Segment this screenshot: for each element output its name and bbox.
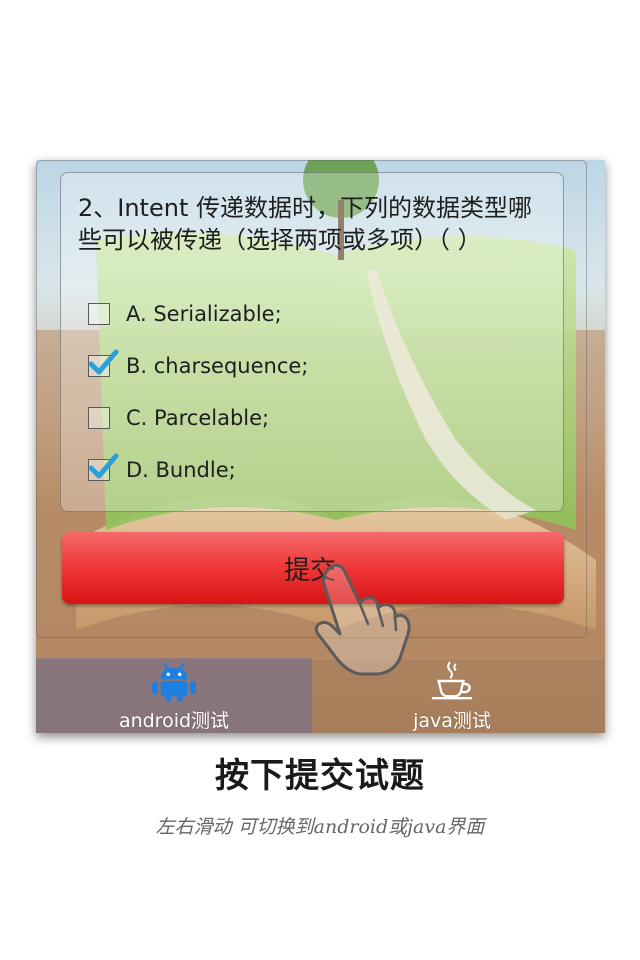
bottom-tab-bar: android测试 java测试 — [36, 658, 605, 733]
submit-button[interactable]: 提交 — [62, 532, 564, 604]
option-a-label: A. Serializable; — [126, 302, 282, 326]
coffee-cup-icon — [431, 661, 473, 700]
option-d-checkbox[interactable] — [88, 453, 119, 481]
option-b-label: B. charsequence; — [126, 354, 309, 378]
option-b-checkbox[interactable] — [88, 349, 119, 377]
checkmark-icon — [88, 453, 119, 479]
option-d[interactable]: D. Bundle; — [88, 452, 236, 488]
tab-android[interactable]: android测试 — [36, 658, 312, 733]
tab-java[interactable]: java测试 — [314, 658, 590, 733]
caption-subtitle: 左右滑动 可切换到android或java界面 — [155, 816, 485, 838]
option-a[interactable]: A. Serializable; — [88, 296, 282, 332]
checkmark-icon — [88, 349, 119, 375]
option-c[interactable]: C. Parcelable; — [88, 400, 269, 436]
phone-screen: 2、Intent 传递数据时，下列的数据类型哪些可以被传递（选择两项或多项）（ … — [36, 160, 605, 733]
option-d-label: D. Bundle; — [126, 458, 236, 482]
option-c-label: C. Parcelable; — [126, 406, 270, 430]
option-c-checkbox[interactable] — [88, 407, 110, 429]
caption-title: 按下提交试题 — [215, 756, 425, 796]
option-b[interactable]: B. charsequence; — [88, 348, 308, 384]
tab-java-label: java测试 — [413, 710, 491, 732]
tab-android-label: android测试 — [118, 710, 230, 732]
android-icon — [152, 662, 196, 702]
question-text: 2、Intent 传递数据时，下列的数据类型哪些可以被传递（选择两项或多项）（ … — [78, 194, 532, 254]
option-a-checkbox[interactable] — [88, 303, 110, 325]
